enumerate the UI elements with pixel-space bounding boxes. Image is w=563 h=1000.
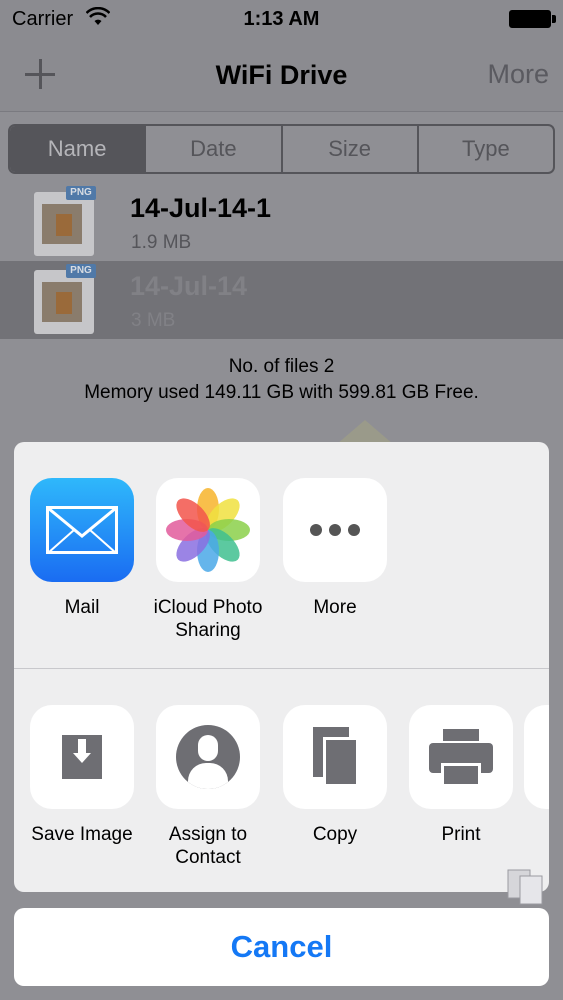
mail-icon	[30, 478, 134, 582]
document-icon	[507, 869, 543, 905]
file-size: 3 MB	[131, 310, 176, 331]
action-print[interactable]: Print	[398, 705, 524, 846]
battery-icon	[509, 10, 551, 28]
file-name: 14-Jul-14	[130, 271, 248, 301]
file-row-selected[interactable]: PNG 14-Jul-14 3 MB	[0, 261, 563, 339]
partial-action-icon	[524, 705, 549, 809]
sort-segmented-control: Name Date Size Type	[8, 124, 555, 174]
share-app-icloud-photo[interactable]: iCloud Photo Sharing	[145, 478, 271, 642]
contact-icon	[156, 705, 260, 809]
file-size: 1.9 MB	[131, 232, 192, 253]
action-label: Assign to Contact	[168, 824, 248, 868]
action-label: Save Image	[31, 824, 133, 845]
save-image-icon	[30, 705, 134, 809]
nav-bar: WiFi Drive More	[0, 40, 563, 112]
status-bar: Carrier 1:13 AM	[0, 0, 563, 40]
more-button[interactable]: More	[487, 59, 549, 90]
share-app-label: iCloud Photo Sharing	[153, 597, 263, 641]
action-label: Print	[441, 824, 481, 845]
sort-tab-date[interactable]: Date	[144, 126, 280, 172]
action-copy[interactable]: Copy	[272, 705, 398, 846]
clock: 1:13 AM	[243, 8, 320, 30]
file-row[interactable]: PNG 14-Jul-14-1 1.9 MB	[0, 183, 563, 261]
print-icon	[409, 705, 513, 809]
png-file-icon: PNG	[34, 186, 98, 256]
action-assign-contact[interactable]: Assign to Contact	[145, 705, 271, 869]
share-app-label: Mail	[64, 597, 100, 618]
file-type-badge: PNG	[66, 186, 96, 200]
battery-tip	[552, 15, 556, 23]
sort-tab-type[interactable]: Type	[416, 126, 553, 172]
share-app-label: More	[313, 597, 357, 618]
copy-icon	[283, 705, 387, 809]
memory-text: Memory used 149.11 GB with 599.81 GB Fre…	[84, 382, 479, 403]
page-title: WiFi Drive	[215, 60, 348, 90]
more-dots-icon	[283, 478, 387, 582]
file-count-text: No. of files 2	[228, 356, 335, 377]
action-partial-next[interactable]	[524, 705, 549, 809]
sort-tab-size[interactable]: Size	[280, 126, 417, 172]
sort-tab-name[interactable]: Name	[10, 126, 145, 172]
action-save-image[interactable]: Save Image	[19, 705, 145, 846]
share-sheet: Mail iCloud Photo Sharing More Save Imag…	[14, 442, 549, 892]
file-type-badge: PNG	[66, 264, 96, 278]
file-name: 14-Jul-14-1	[130, 193, 272, 223]
share-app-more[interactable]: More	[272, 478, 398, 619]
cancel-button[interactable]: Cancel	[14, 908, 549, 986]
share-sheet-divider	[14, 668, 549, 669]
storage-summary: No. of files 2 Memory used 149.11 GB wit…	[0, 354, 563, 406]
action-label: Copy	[312, 824, 358, 845]
photos-icon	[156, 478, 260, 582]
png-file-icon: PNG	[34, 264, 98, 334]
share-app-mail[interactable]: Mail	[19, 478, 145, 619]
